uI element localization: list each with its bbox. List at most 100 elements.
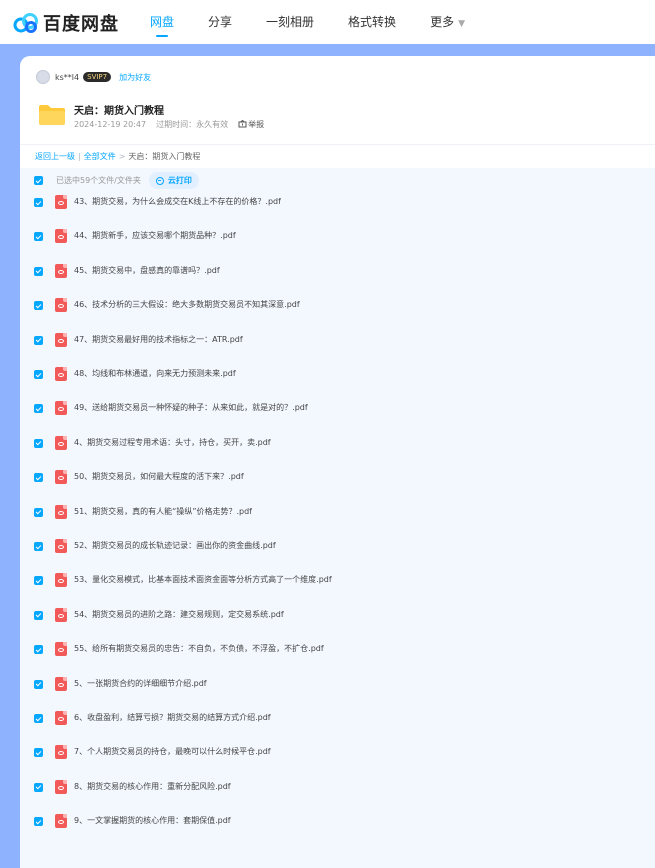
pdf-file-icon: [55, 229, 67, 244]
pdf-file-icon: [55, 332, 67, 347]
nav-item-share[interactable]: 分享: [208, 0, 232, 44]
nav-item-format-convert[interactable]: 格式转换: [348, 0, 396, 44]
file-checkbox[interactable]: [34, 266, 43, 276]
file-row[interactable]: 44、期货新手，应该交易哪个期货品种？.pdf: [20, 224, 655, 248]
file-name[interactable]: 47、期货交易最好用的技术指标之一：ATR.pdf: [74, 334, 243, 345]
top-navbar: 百度网盘 网盘 分享 一刻相册 格式转换 更多 ▼: [0, 0, 655, 44]
file-name[interactable]: 44、期货新手，应该交易哪个期货品种？.pdf: [74, 230, 236, 241]
file-row[interactable]: 48、均线和布林通道，向来无力预测未来.pdf: [20, 362, 655, 386]
file-name[interactable]: 49、送给期货交易员一种怀疑的种子：从来如此，就是对的？.pdf: [74, 402, 308, 413]
file-row[interactable]: 47、期货交易最好用的技术指标之一：ATR.pdf: [20, 328, 655, 352]
file-row[interactable]: 49、送给期货交易员一种怀疑的种子：从来如此，就是对的？.pdf: [20, 396, 655, 420]
file-checkbox[interactable]: [34, 542, 43, 551]
file-name[interactable]: 48、均线和布林通道，向来无力预测未来.pdf: [74, 368, 236, 379]
owner-name[interactable]: ks**l4: [55, 73, 79, 82]
file-name[interactable]: 54、期货交易员的进阶之路：建交易规则，定交易系统.pdf: [74, 609, 284, 620]
baidu-netdisk-logo[interactable]: 百度网盘: [13, 10, 119, 36]
nav-item-more[interactable]: 更多 ▼: [430, 0, 465, 44]
print-icon: [155, 176, 164, 185]
selection-count: 已选中59个文件/文件夹: [56, 176, 141, 185]
file-row[interactable]: 53、量化交易模式，比基本面技术面资金面等分析方式高了一个维度.pdf: [20, 568, 655, 592]
file-checkbox[interactable]: [34, 782, 43, 792]
report-icon: [238, 120, 247, 128]
add-friend-link[interactable]: 加为好友: [119, 72, 151, 83]
pdf-file-icon: [55, 573, 67, 588]
file-checkbox[interactable]: [34, 232, 43, 242]
file-row[interactable]: 51、期货交易，真的有人能“操纵”价格走势？.pdf: [20, 500, 655, 524]
file-checkbox[interactable]: [34, 817, 43, 827]
file-row[interactable]: 45、期货交易中，盘感真的靠谱吗？.pdf: [20, 259, 655, 283]
file-checkbox[interactable]: [34, 404, 43, 414]
file-name[interactable]: 52、期货交易员的成长轨迹记录：画出你的资金曲线.pdf: [74, 540, 276, 551]
breadcrumb: 返回上一级 | 全部文件 > 天启：期货入门教程: [35, 151, 200, 162]
selection-bar: 已选中59个文件/文件夹 云打印: [34, 172, 199, 189]
file-checkbox[interactable]: [34, 748, 43, 758]
pdf-file-icon: [55, 470, 67, 485]
cloud-print-button[interactable]: 云打印: [148, 172, 199, 189]
vip-badge: SVIP7: [83, 72, 112, 82]
file-row[interactable]: 7、个人期货交易员的持仓，最晚可以什么时候平仓.pdf: [20, 740, 655, 764]
file-name[interactable]: 46、技术分析的三大假设：绝大多数期货交易员不知其深意.pdf: [74, 299, 300, 310]
pdf-file-icon: [55, 435, 67, 450]
file-row[interactable]: 6、收盘盈利，结算亏损？期货交易的结算方式介绍.pdf: [20, 706, 655, 730]
file-checkbox[interactable]: [34, 679, 43, 689]
file-name[interactable]: 43、期货交易，为什么会成交在K线上不存在的价格？.pdf: [74, 196, 281, 207]
file-row[interactable]: 54、期货交易员的进阶之路：建交易规则，定交易系统.pdf: [20, 603, 655, 627]
breadcrumb-arrow: >: [118, 152, 126, 161]
file-checkbox[interactable]: [34, 507, 43, 517]
nav-item-album[interactable]: 一刻相册: [266, 0, 314, 44]
share-title: 天启：期货入门教程: [74, 106, 164, 117]
file-row[interactable]: 52、期货交易员的成长轨迹记录：画出你的资金曲线.pdf: [20, 534, 655, 558]
file-name[interactable]: 50、期货交易员，如何最大程度的活下来？.pdf: [74, 471, 244, 482]
file-list-area: 已选中59个文件/文件夹 云打印 43、期货交易，为什么会成交在K线上不存在的价…: [20, 168, 655, 868]
cloud-print-label: 云打印: [167, 176, 192, 185]
file-name[interactable]: 6、收盘盈利，结算亏损？期货交易的结算方式介绍.pdf: [74, 712, 271, 723]
pdf-file-icon: [55, 745, 67, 760]
pdf-file-icon: [55, 263, 67, 278]
breadcrumb-back[interactable]: 返回上一级: [35, 152, 75, 161]
file-checkbox[interactable]: [34, 301, 43, 311]
file-name[interactable]: 51、期货交易，真的有人能“操纵”价格走势？.pdf: [74, 506, 252, 517]
file-row[interactable]: 8、期货交易的核心作用：重新分配风险.pdf: [20, 775, 655, 799]
breadcrumb-separator: |: [78, 152, 81, 161]
file-checkbox[interactable]: [34, 610, 43, 620]
file-row[interactable]: 46、技术分析的三大假设：绝大多数期货交易员不知其深意.pdf: [20, 293, 655, 317]
logo-text: 百度网盘: [43, 14, 119, 35]
file-name[interactable]: 55、给所有期货交易员的忠告：不自负，不负债，不浮盈，不扩仓.pdf: [74, 643, 324, 654]
file-row[interactable]: 4、期货交易过程专用术语：头寸，持仓，买开，卖.pdf: [20, 431, 655, 455]
file-name[interactable]: 8、期货交易的核心作用：重新分配风险.pdf: [74, 781, 231, 792]
avatar[interactable]: [36, 70, 50, 84]
file-name[interactable]: 4、期货交易过程专用术语：头寸，持仓，买开，卖.pdf: [74, 437, 271, 448]
file-checkbox[interactable]: [34, 370, 43, 379]
file-name[interactable]: 53、量化交易模式，比基本面技术面资金面等分析方式高了一个维度.pdf: [74, 574, 332, 585]
file-checkbox[interactable]: [34, 645, 43, 655]
file-checkbox[interactable]: [34, 473, 43, 483]
file-checkbox[interactable]: [34, 198, 43, 207]
file-row[interactable]: 9、一文掌握期货的核心作用：套期保值.pdf: [20, 809, 655, 833]
report-label: 举报: [248, 120, 265, 129]
file-checkbox[interactable]: [34, 714, 43, 723]
share-panel: ks**l4 SVIP7 加为好友 天启：期货入门教程 2024-12-19 2…: [20, 56, 655, 868]
breadcrumb-current: 天启：期货入门教程: [128, 152, 201, 161]
nav-more-label: 更多: [430, 15, 455, 29]
file-checkbox[interactable]: [34, 438, 43, 448]
file-name[interactable]: 9、一文掌握期货的核心作用：套期保值.pdf: [74, 815, 231, 826]
file-name[interactable]: 7、个人期货交易员的持仓，最晚可以什么时候平仓.pdf: [74, 746, 271, 757]
file-name[interactable]: 5、一张期货合约的详细细节介绍.pdf: [74, 678, 207, 689]
file-row[interactable]: 43、期货交易，为什么会成交在K线上不存在的价格？.pdf: [20, 190, 655, 214]
select-all-checkbox[interactable]: [34, 176, 43, 185]
report-button[interactable]: 举报: [238, 119, 264, 130]
file-row[interactable]: 55、给所有期货交易员的忠告：不自负，不负债，不浮盈，不扩仓.pdf: [20, 637, 655, 661]
file-checkbox[interactable]: [34, 335, 43, 345]
share-owner: ks**l4 SVIP7 加为好友: [36, 70, 151, 84]
file-row[interactable]: 50、期货交易员，如何最大程度的活下来？.pdf: [20, 465, 655, 489]
divider: [20, 144, 655, 145]
pdf-file-icon: [55, 711, 67, 725]
file-name[interactable]: 45、期货交易中，盘感真的靠谱吗？.pdf: [74, 265, 220, 276]
breadcrumb-all-files[interactable]: 全部文件: [84, 152, 116, 161]
file-checkbox[interactable]: [34, 576, 43, 586]
nav-item-netdisk[interactable]: 网盘: [150, 0, 174, 44]
file-row[interactable]: 5、一张期货合约的详细细节介绍.pdf: [20, 672, 655, 696]
chevron-down-icon: ▼: [458, 19, 465, 29]
pdf-file-icon: [55, 401, 67, 416]
